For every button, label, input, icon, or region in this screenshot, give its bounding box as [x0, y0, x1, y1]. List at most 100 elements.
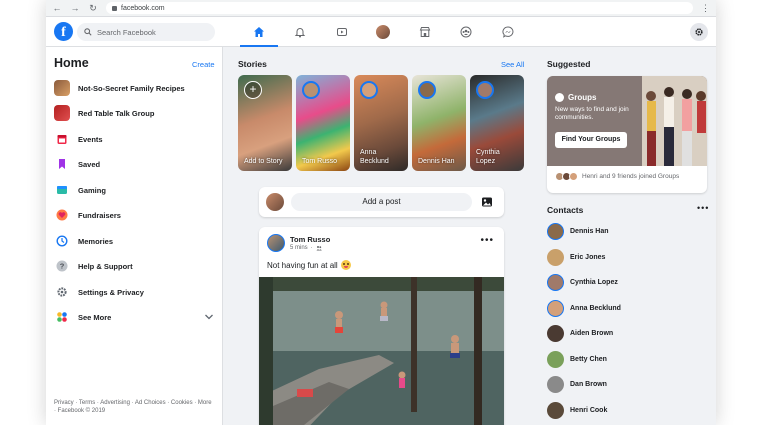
find-your-groups-button[interactable]: Find Your Groups [555, 132, 627, 148]
story-avatar [302, 81, 320, 99]
story-card-dennis-han[interactable]: Dennis Han [412, 75, 466, 171]
story-name: Tom Russo [302, 157, 338, 165]
tab-profile[interactable] [363, 17, 405, 47]
red-table-talk-group-thumbnail [54, 105, 70, 121]
family-recipes-group-thumbnail [54, 80, 70, 96]
heart-icon [54, 207, 70, 223]
settings-button[interactable] [690, 23, 708, 41]
avatar [547, 222, 564, 240]
reload-icon[interactable]: ↻ [88, 3, 98, 13]
search-input[interactable]: Search Facebook [77, 23, 215, 41]
sidebar-item-memories[interactable]: Memories [54, 232, 214, 250]
tab-notifications[interactable] [280, 17, 322, 47]
lock-icon [112, 5, 117, 11]
top-navigation-bar: f Search Facebook [46, 17, 716, 47]
post-author-name[interactable]: Tom Russo [290, 235, 330, 244]
contact-item[interactable]: Henri Cook [547, 401, 607, 419]
contact-item[interactable]: Dan Brown [547, 375, 607, 393]
avatar [547, 350, 564, 368]
sidebar-item-events[interactable]: Events [54, 130, 214, 148]
sidebar-title: Home [54, 56, 89, 70]
post-author-avatar[interactable] [267, 234, 285, 252]
contact-name: Cynthia Lopez [570, 278, 618, 286]
avatar [547, 248, 564, 266]
gear-icon [54, 284, 70, 300]
marketplace-icon [419, 27, 430, 37]
grid-icon [54, 309, 70, 325]
sidebar-item-gaming[interactable]: Gaming [54, 181, 214, 199]
contact-item[interactable]: Eric Jones [547, 248, 605, 266]
post-time[interactable]: 5 mins [290, 245, 308, 251]
sidebar-item-label: Fundraisers [78, 210, 121, 220]
sidebar-item-saved[interactable]: Saved [54, 155, 214, 173]
story-card-tom-russo[interactable]: Tom Russo [296, 75, 350, 171]
sidebar-item-fundraisers[interactable]: Fundraisers [54, 206, 214, 224]
footer-links[interactable]: Privacy · Terms · Advertising · Ad Choic… [54, 399, 214, 415]
post-text: Not having fun at all [267, 260, 351, 270]
friend-avatar [569, 172, 578, 181]
add-story-plus-icon: + [244, 81, 262, 99]
browser-window: ← → ↻ facebook.com ⋮ f Search Facebook H… [46, 0, 716, 425]
back-arrow-icon[interactable]: ← [52, 3, 62, 13]
facebook-logo-icon[interactable]: f [54, 22, 73, 41]
tab-groups[interactable] [446, 17, 488, 47]
sidebar-item-label: Settings & Privacy [78, 287, 144, 297]
sidebar-item-family-recipes[interactable]: Not-So-Secret Family Recipes [54, 79, 214, 97]
stories-title: Stories [238, 59, 267, 69]
groups-card-description: New ways to find and join communities. [555, 106, 629, 121]
story-card-cynthia-lopez[interactable]: Cynthia Lopez [470, 75, 524, 171]
photo-icon[interactable] [481, 196, 493, 208]
avatar [547, 273, 564, 291]
story-name: Dennis Han [418, 157, 455, 165]
contact-name: Dennis Han [570, 227, 609, 235]
search-icon [84, 28, 92, 36]
right-column: Suggested Groups New ways to find and jo… [539, 47, 716, 425]
story-name: Cynthia Lopez [476, 149, 500, 165]
post-composer: Add a post [259, 187, 504, 217]
left-sidebar: Home Create Not-So-Secret Family Recipes… [46, 47, 223, 425]
sidebar-item-label: See More [78, 312, 112, 322]
sidebar-item-label: Red Table Talk Group [78, 108, 155, 118]
main-tabs [238, 17, 529, 47]
sidebar-item-settings-privacy[interactable]: Settings & Privacy [54, 283, 214, 301]
sidebar-item-red-table-talk[interactable]: Red Table Talk Group [54, 104, 214, 122]
forward-arrow-icon[interactable]: → [70, 3, 80, 13]
see-all-stories-link[interactable]: See All [501, 60, 524, 69]
sidebar-item-see-more[interactable]: See More [54, 308, 214, 326]
tab-marketplace[interactable] [404, 17, 446, 47]
contacts-options-icon[interactable]: ••• [697, 203, 709, 213]
contact-item[interactable]: Aiden Brown [547, 324, 613, 342]
story-card-add[interactable]: + Add to Story [238, 75, 292, 171]
add-post-input[interactable]: Add a post [291, 193, 472, 211]
messenger-icon [502, 26, 514, 38]
sidebar-item-label: Events [78, 134, 103, 144]
sidebar-item-help[interactable]: ? Help & Support [54, 257, 214, 275]
contact-item[interactable]: Cynthia Lopez [547, 273, 618, 291]
notifications-bell-icon [295, 28, 306, 38]
contact-name: Betty Chen [570, 355, 607, 363]
friends-audience-icon [316, 246, 322, 251]
browser-menu-icon[interactable]: ⋮ [701, 3, 710, 14]
avatar [547, 324, 564, 342]
chevron-down-icon[interactable] [204, 312, 214, 322]
sidebar-item-label: Memories [78, 236, 114, 246]
tab-messenger[interactable] [487, 17, 529, 47]
post-options-icon[interactable]: ••• [480, 235, 494, 246]
avatar [547, 375, 564, 393]
avatar [547, 299, 564, 317]
create-link[interactable]: Create [192, 60, 215, 69]
post-photo[interactable] [259, 277, 504, 425]
suggested-groups-card: Groups New ways to find and join communi… [547, 76, 707, 193]
tab-home[interactable] [238, 17, 280, 47]
story-card-anna-becklund[interactable]: Anna Becklund [354, 75, 408, 171]
tab-watch[interactable] [321, 17, 363, 47]
groups-footer-text[interactable]: Henri and 9 friends joined Groups [582, 173, 679, 180]
contact-item[interactable]: Dennis Han [547, 222, 609, 240]
groups-card-title: Groups [555, 93, 596, 102]
avatar [547, 401, 564, 419]
contact-name: Aiden Brown [570, 329, 614, 337]
contact-item[interactable]: Anna Becklund [547, 299, 621, 317]
address-bar[interactable]: facebook.com [106, 2, 693, 14]
contact-item[interactable]: Betty Chen [547, 350, 607, 368]
address-url: facebook.com [121, 4, 165, 12]
